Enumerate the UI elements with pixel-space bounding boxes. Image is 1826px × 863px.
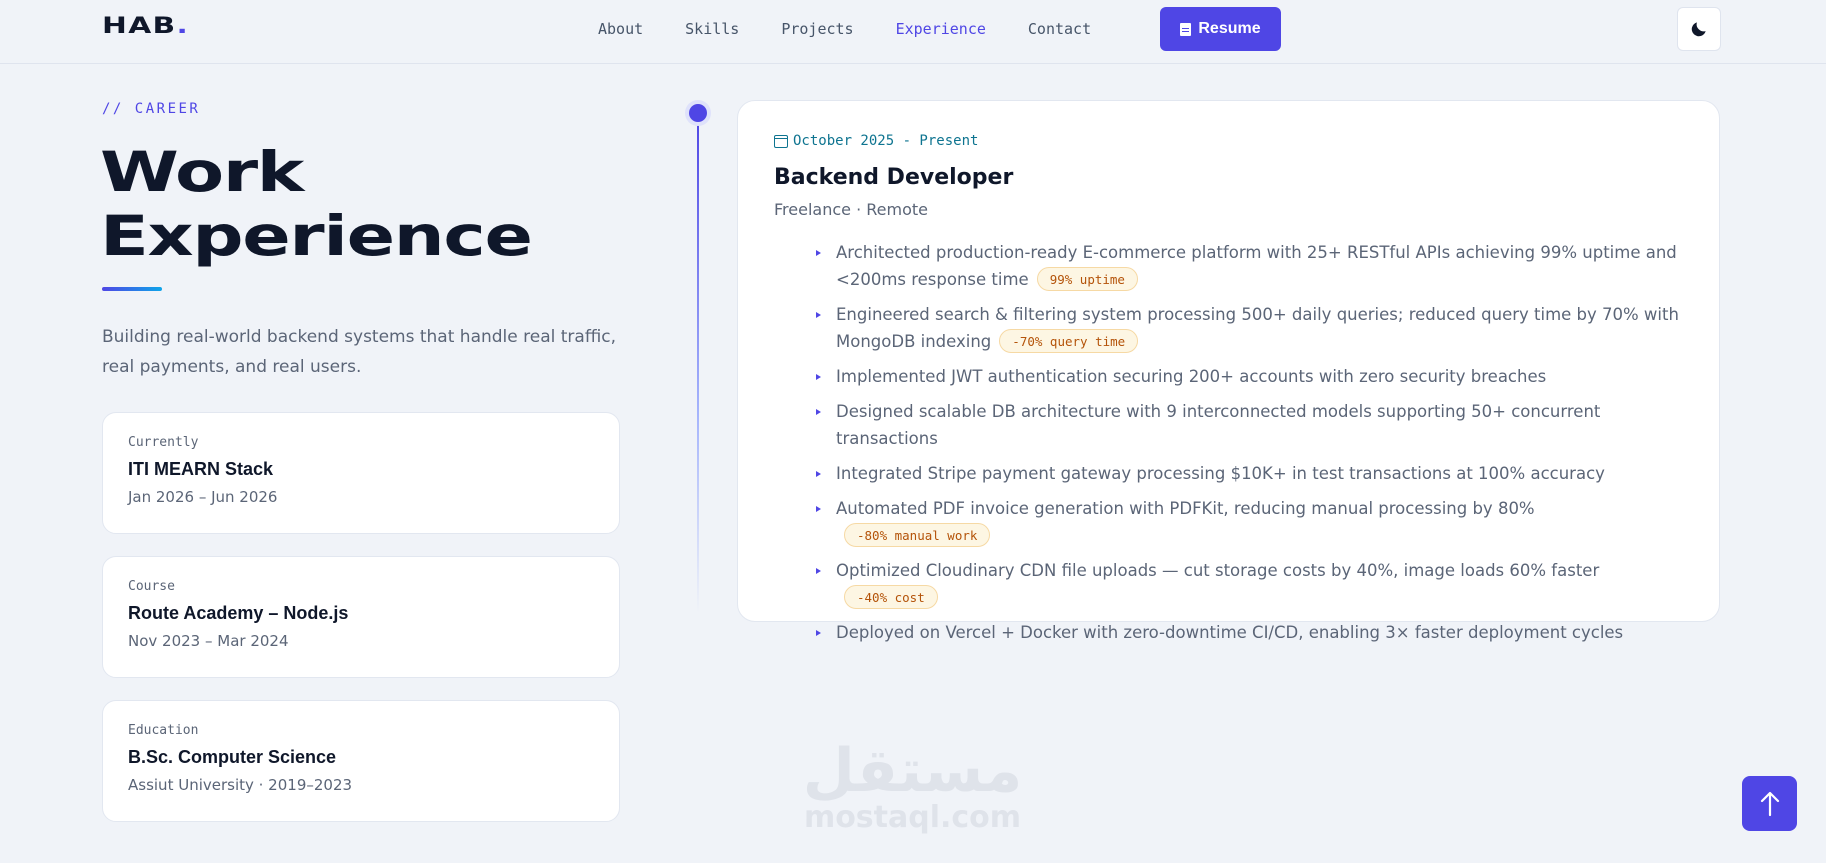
metric-badge: -40% cost [844, 585, 938, 609]
watermark-latin: mostaql.com [803, 800, 1022, 835]
nav-link-about[interactable]: About [598, 20, 643, 38]
metric-badge: 99% uptime [1036, 267, 1138, 291]
timeline-line [697, 113, 699, 613]
experience-bullets: Architected production-ready E-commerce … [774, 239, 1683, 646]
info-card-education: Education B.Sc. Computer Science Assiut … [102, 700, 620, 822]
list-item: Deployed on Vercel + Docker with zero-do… [816, 619, 1683, 646]
resume-label: Resume [1198, 20, 1261, 37]
bullet-icon [816, 250, 821, 256]
metric-badge: -80% manual work [844, 523, 991, 547]
experience-org: Freelance · Remote [774, 200, 928, 219]
card-meta: Nov 2023 – Mar 2024 [128, 632, 289, 650]
nav-link-experience[interactable]: Experience [896, 20, 986, 38]
bullet-text: Designed scalable DB architecture with 9… [836, 402, 1601, 448]
bullet-icon [816, 471, 821, 477]
section-eyebrow: // CAREER [102, 101, 201, 117]
list-item: Architected production-ready E-commerce … [816, 239, 1683, 293]
bullet-text: Automated PDF invoice generation with PD… [836, 499, 1535, 518]
list-item: Implemented JWT authentication securing … [816, 363, 1683, 390]
list-item: Designed scalable DB architecture with 9… [816, 398, 1683, 452]
title-underline [102, 287, 162, 291]
calendar-icon [774, 134, 788, 148]
card-title: Route Academy – Node.js [128, 603, 349, 623]
experience-role: Backend Developer [774, 165, 1014, 190]
bullet-text: Deployed on Vercel + Docker with zero-do… [836, 623, 1624, 642]
experience-date-row: October 2025 - Present [774, 133, 1683, 149]
bullet-icon [816, 506, 821, 512]
bullet-icon [816, 312, 821, 318]
moon-icon [1691, 22, 1706, 37]
bullet-icon [816, 568, 821, 574]
card-title: ITI MEARN Stack [128, 459, 274, 479]
card-meta: Assiut University · 2019–2023 [128, 776, 353, 794]
scroll-to-top-button[interactable] [1742, 776, 1797, 831]
nav-links: About Skills Projects Experience Contact [598, 0, 1133, 58]
nav-link-skills[interactable]: Skills [685, 20, 739, 38]
card-label: Course [128, 579, 175, 594]
bullet-text: Architected production-ready E-commerce … [836, 243, 1677, 289]
file-icon [1180, 22, 1192, 36]
card-title: B.Sc. Computer Science [128, 747, 337, 767]
card-label: Currently [128, 435, 199, 450]
list-item: Optimized Cloudinary CDN file uploads — … [816, 557, 1683, 611]
experience-card: October 2025 - Present Backend Developer… [737, 100, 1720, 642]
bullet-text: Implemented JWT authentication securing … [836, 367, 1547, 386]
list-item: Engineered search & filtering system pro… [816, 301, 1683, 355]
list-item: Automated PDF invoice generation with PD… [816, 495, 1683, 549]
site-logo[interactable]: HAB. [102, 14, 189, 39]
card-meta: Jan 2026 – Jun 2026 [128, 488, 278, 506]
bullet-text: Optimized Cloudinary CDN file uploads — … [836, 561, 1600, 580]
watermark-arabic: مستقل [802, 736, 1023, 806]
watermark-logo: مستقل mostaql.com [800, 740, 1025, 834]
bullet-icon [816, 409, 821, 415]
bullet-icon [816, 630, 821, 636]
logo-dot: . [176, 14, 190, 39]
bullet-icon [816, 374, 821, 380]
info-card-course: Course Route Academy – Node.js Nov 2023 … [102, 556, 620, 678]
section-intro: Building real-world backend systems that… [102, 327, 617, 377]
nav-link-projects[interactable]: Projects [781, 20, 853, 38]
arrow-up-icon [1760, 791, 1779, 816]
info-card-current: Currently ITI MEARN Stack Jan 2026 – Jun… [102, 412, 620, 534]
list-item: Integrated Stripe payment gateway proces… [816, 460, 1683, 487]
bullet-text: Integrated Stripe payment gateway proces… [836, 464, 1605, 483]
page-title: Work Experience [100, 140, 828, 268]
card-label: Education [128, 723, 199, 738]
resume-button[interactable]: Resume [1160, 7, 1281, 51]
nav-link-contact[interactable]: Contact [1028, 20, 1091, 38]
logo-text: HAB [102, 14, 177, 39]
title-line-1: Work [100, 140, 304, 204]
top-navbar: HAB. About Skills Projects Experience Co… [0, 0, 1826, 64]
theme-toggle-button[interactable] [1677, 7, 1721, 51]
bullet-text: Engineered search & filtering system pro… [836, 305, 1679, 351]
experience-date: October 2025 - Present [793, 133, 979, 149]
metric-badge: -70% query time [999, 329, 1139, 353]
title-line-2: Experience [100, 204, 533, 268]
timeline-dot [689, 104, 707, 122]
